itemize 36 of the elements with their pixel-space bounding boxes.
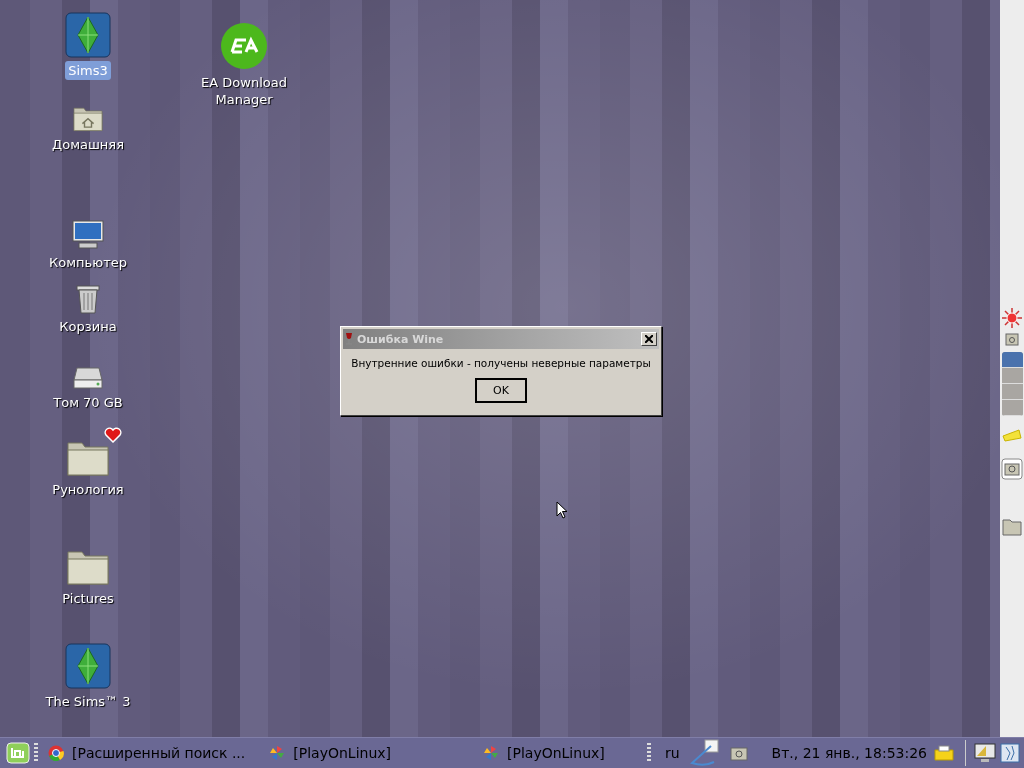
- desktop-icon-label[interactable]: EA Download Manager: [196, 73, 292, 109]
- folder-icon[interactable]: [1002, 518, 1022, 536]
- workspace[interactable]: [1001, 352, 1023, 368]
- dialog-title: Ошибка Wine: [357, 332, 445, 346]
- desktop-icon-label[interactable]: Том 70 GB: [50, 393, 126, 412]
- circle-logo-icon: [220, 22, 268, 70]
- monitor-icon[interactable]: [974, 743, 996, 763]
- trash-icon: [75, 284, 101, 314]
- mouse-pointer-icon: [556, 501, 568, 519]
- error-message: Внутренние ошибки - получены неверные параметры: [350, 357, 652, 369]
- close-button[interactable]: [641, 332, 657, 346]
- taskbar-button[interactable]: [PlayOnLinux]: [477, 739, 611, 767]
- keyboard-layout[interactable]: ru: [664, 745, 680, 761]
- desktop-icon-label[interactable]: Корзина: [56, 317, 120, 336]
- taskbar-button[interactable]: [Расширенный поиск ...: [42, 739, 252, 767]
- heart-icon: [104, 427, 122, 443]
- pinwheel-icon: [269, 745, 286, 761]
- camera-folder-icon[interactable]: [1001, 458, 1023, 480]
- desktop-icon-label[interactable]: Домашняя: [49, 135, 127, 154]
- printer-icon[interactable]: [933, 745, 955, 761]
- pinwheel-icon: [483, 745, 499, 761]
- desktop-icon-label[interactable]: The Sims™ 3: [42, 692, 134, 711]
- close-icon: [645, 335, 653, 343]
- camera-folder-icon[interactable]: [729, 745, 748, 761]
- pen-tablet-icon[interactable]: [689, 739, 720, 767]
- ok-button[interactable]: OK: [475, 378, 527, 403]
- desktop-icon-label[interactable]: Pictures: [59, 589, 117, 608]
- mint-menu-icon[interactable]: [6, 741, 30, 765]
- desktop-icon-label[interactable]: Компьютер: [46, 253, 130, 272]
- taskbar-button[interactable]: [PlayOnLinux]: [263, 739, 397, 767]
- desktop-icon-label[interactable]: Рунология: [49, 480, 127, 499]
- computer-icon: [71, 220, 105, 250]
- camera-folder-icon[interactable]: [1005, 332, 1019, 346]
- browser-icon: [48, 745, 64, 761]
- drive-icon: [72, 364, 104, 390]
- clock[interactable]: Вт., 21 янв., 18:53:26: [771, 745, 927, 761]
